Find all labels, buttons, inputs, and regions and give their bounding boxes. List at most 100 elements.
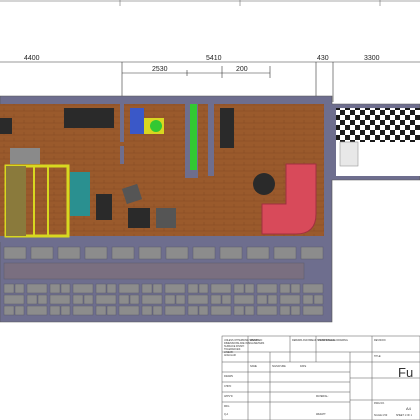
tb-signature: SIGNATURE: [272, 365, 286, 368]
paver: [60, 305, 71, 316]
kitchen-counter: [64, 108, 114, 128]
tb-drawn: DRAWN: [224, 375, 233, 378]
paver: [290, 283, 301, 294]
paver: [219, 246, 243, 260]
paver: [244, 283, 255, 294]
tb-scale: SCALE:1:50: [374, 414, 388, 417]
paver: [72, 283, 94, 294]
dim-label-4: 430: [317, 55, 329, 62]
tb-date: DATE: [300, 365, 307, 368]
paver: [49, 294, 71, 305]
tb-do-not-scale: DO NOT SCALE DRAWING: [318, 339, 348, 342]
paver: [221, 294, 232, 305]
paver: [187, 283, 199, 294]
paver: [30, 246, 54, 260]
dim-label-5: 3300: [364, 55, 380, 62]
floor-plan-drawing: 4400 2530 5410 200 430 3300 UNLESS OTHER…: [0, 0, 420, 420]
paver: [165, 246, 189, 260]
tb-weight: WEIGHT:: [316, 413, 326, 416]
paver: [210, 294, 222, 305]
paver: [3, 246, 27, 260]
tb-material: MATERIAL:: [316, 395, 329, 398]
paver: [233, 305, 245, 316]
paver: [26, 294, 38, 305]
side-table: [96, 194, 112, 220]
tb-dwg: DWG NO.: [374, 402, 385, 405]
paver: [267, 294, 278, 305]
paver: [3, 283, 15, 294]
paver: [273, 246, 297, 260]
dim-label-1: 2530: [152, 66, 168, 73]
paver: [164, 294, 176, 305]
green-panel: [190, 104, 197, 170]
bathroom-fixture: [339, 141, 359, 167]
dim-label-3: 200: [236, 66, 248, 73]
drawing-sheet: 4400 2530 5410 200 430 3300 UNLESS OTHER…: [0, 0, 420, 420]
paver: [57, 246, 81, 260]
tb-name: NAME: [250, 365, 257, 368]
tb-title-label: TITLE:: [374, 355, 382, 358]
paver: [187, 294, 209, 305]
paver: [72, 305, 94, 316]
dim-label-0: 4400: [24, 55, 40, 62]
paver: [95, 305, 107, 316]
terrace-bench: [3, 262, 305, 280]
dark-cabinet: [220, 108, 234, 148]
paver: [198, 283, 209, 294]
tb-revision: REVISION: [374, 339, 386, 342]
paver: [279, 294, 301, 305]
paver: [60, 283, 71, 294]
paver: [187, 305, 199, 316]
paver: [192, 246, 216, 260]
paver: [141, 305, 153, 316]
paver: [49, 283, 61, 294]
paver: [95, 294, 117, 305]
dim-label-2: 5410: [206, 55, 222, 62]
paver: [138, 246, 162, 260]
teal-rug: [70, 172, 90, 216]
dresser: [10, 148, 40, 164]
paver: [256, 305, 278, 316]
paver: [246, 246, 270, 260]
paver: [233, 283, 245, 294]
tb-mfg: MFG: [224, 405, 229, 408]
paver: [111, 246, 135, 260]
paver: [49, 305, 61, 316]
tb-a4: A4: [406, 406, 412, 411]
paver: [244, 305, 255, 316]
paver: [14, 283, 25, 294]
paver: [26, 283, 48, 294]
paver: [300, 246, 324, 260]
paver: [26, 305, 48, 316]
paver: [118, 305, 140, 316]
plant-chair: [144, 118, 164, 134]
paver: [256, 283, 278, 294]
paver: [3, 294, 25, 305]
paver: [302, 283, 324, 294]
title-block: [221, 335, 420, 420]
paver: [233, 294, 255, 305]
paver: [72, 294, 84, 305]
tb-note-5: ANGULAR:: [224, 354, 237, 357]
paver: [210, 305, 232, 316]
paver: [164, 283, 186, 294]
paver: [129, 294, 140, 305]
tb-qa: Q.A: [224, 413, 229, 416]
paver: [95, 283, 107, 294]
chair-left: [0, 118, 12, 134]
paver: [164, 305, 186, 316]
paver: [210, 283, 232, 294]
coffee-table: [253, 173, 275, 195]
paver: [37, 294, 48, 305]
paver: [84, 246, 108, 260]
paver: [279, 305, 291, 316]
paver: [152, 283, 163, 294]
tb-sheet: SHEET 1 OF 1: [396, 414, 413, 417]
paver: [302, 305, 324, 316]
tb-finish: FINISH:: [250, 339, 259, 342]
paver: [279, 283, 291, 294]
paver: [141, 283, 153, 294]
paver: [290, 305, 301, 316]
paver: [3, 305, 15, 316]
paver: [14, 305, 25, 316]
